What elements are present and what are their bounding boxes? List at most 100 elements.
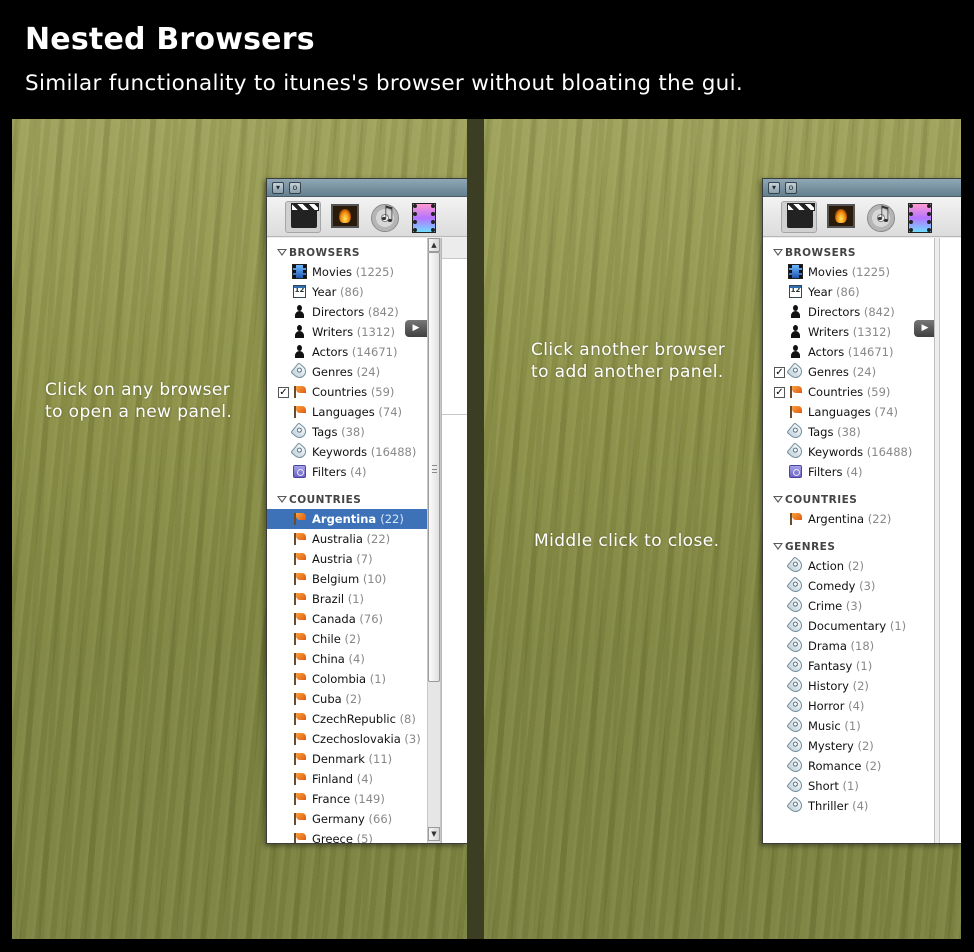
scroll-down-arrow[interactable]: ▼: [428, 827, 440, 841]
checkbox[interactable]: ✓: [774, 387, 785, 398]
collapse-button[interactable]: ▾: [768, 182, 780, 194]
genre-item-crime[interactable]: Crime (3): [763, 596, 934, 616]
tag-icon: [786, 736, 805, 755]
country-item-czechoslovakia[interactable]: Czechoslovakia (3): [267, 729, 427, 749]
country-item-greece[interactable]: Greece (5): [267, 829, 427, 843]
genre-item-documentary[interactable]: Documentary (1): [763, 616, 934, 636]
browser-item-tags[interactable]: Tags (38): [267, 422, 427, 442]
genre-item-short[interactable]: Short (1): [763, 776, 934, 796]
item-count: (66): [368, 812, 393, 826]
genre-item-drama[interactable]: Drama (18): [763, 636, 934, 656]
country-item-czechrepublic[interactable]: CzechRepublic (8): [267, 709, 427, 729]
item-label: France: [312, 792, 351, 806]
photos-tool[interactable]: [331, 204, 359, 230]
browser-list: BROWSERS Movies (1225) 12 Year (86) Directo…: [763, 238, 934, 843]
browser-item-movies[interactable]: Movies (1225): [763, 262, 934, 282]
photos-tool[interactable]: [827, 204, 855, 230]
browser-item-countries[interactable]: ✓ Countries (59): [267, 382, 427, 402]
browser-item-filters[interactable]: Filters (4): [267, 462, 427, 482]
calendar-icon: 12: [293, 285, 306, 298]
section-browsers[interactable]: BROWSERS: [267, 244, 427, 262]
browser-item-languages[interactable]: Languages (74): [763, 402, 934, 422]
browser-item-directors[interactable]: Directors (842): [763, 302, 934, 322]
music-tool[interactable]: [867, 201, 895, 232]
browser-item-keywords[interactable]: Keywords (16488): [763, 442, 934, 462]
country-item-germany[interactable]: Germany (66): [267, 809, 427, 829]
country-item-denmark[interactable]: Denmark (11): [267, 749, 427, 769]
item-label: Mystery: [808, 739, 854, 753]
browser-item-languages[interactable]: Languages (74): [267, 402, 427, 422]
item-label: Canada: [312, 612, 356, 626]
country-item-colombia[interactable]: Colombia (1): [267, 669, 427, 689]
section-countries[interactable]: COUNTRIES: [267, 491, 427, 509]
browser-item-directors[interactable]: Directors (842): [267, 302, 427, 322]
scrollbar[interactable]: ▲ ▼: [427, 238, 441, 843]
country-item-chile[interactable]: Chile (2): [267, 629, 427, 649]
browser-item-genres[interactable]: ✓ Genres (24): [763, 362, 934, 382]
item-label: Finland: [312, 772, 354, 786]
genre-item-history[interactable]: History (2): [763, 676, 934, 696]
browser-item-writers[interactable]: Writers (1312): [267, 322, 427, 342]
checkbox[interactable]: ✓: [278, 387, 289, 398]
genre-item-thriller[interactable]: Thriller (4): [763, 796, 934, 816]
country-item-argentina[interactable]: Argentina (22): [267, 509, 427, 529]
country-item-austria[interactable]: Austria (7): [267, 549, 427, 569]
genre-item-horror[interactable]: Horror (4): [763, 696, 934, 716]
country-item-brazil[interactable]: Brazil (1): [267, 589, 427, 609]
genre-item-action[interactable]: Action (2): [763, 556, 934, 576]
browser-item-keywords[interactable]: Keywords (16488): [267, 442, 427, 462]
browser-item-actors[interactable]: Actors (14671): [267, 342, 427, 362]
item-count: (842): [367, 305, 399, 319]
video-tool[interactable]: [409, 203, 437, 233]
country-item-cuba[interactable]: Cuba (2): [267, 689, 427, 709]
item-label: China: [312, 652, 345, 666]
section-genres[interactable]: GENRES: [763, 538, 934, 556]
item-count: (1): [844, 719, 861, 733]
disclosure-triangle-icon: [277, 496, 287, 503]
genre-item-comedy[interactable]: Comedy (3): [763, 576, 934, 596]
checkbox[interactable]: ✓: [774, 367, 785, 378]
movies-tool[interactable]: [781, 201, 817, 233]
genre-item-mystery[interactable]: Mystery (2): [763, 736, 934, 756]
browser-item-writers[interactable]: Writers (1312): [763, 322, 934, 342]
collapse-button[interactable]: ▾: [272, 182, 284, 194]
country-item-canada[interactable]: Canada (76): [267, 609, 427, 629]
country-item-finland[interactable]: Finland (4): [267, 769, 427, 789]
country-item-argentina[interactable]: Argentina (22): [763, 509, 934, 529]
browser-item-countries[interactable]: ✓ Countries (59): [763, 382, 934, 402]
options-button[interactable]: o: [289, 182, 301, 194]
browser-item-genres[interactable]: Genres (24): [267, 362, 427, 382]
country-item-australia[interactable]: Australia (22): [267, 529, 427, 549]
panel-titlebar[interactable]: ▾ o: [763, 179, 961, 197]
genre-item-fantasy[interactable]: Fantasy (1): [763, 656, 934, 676]
country-item-china[interactable]: China (4): [267, 649, 427, 669]
country-item-belgium[interactable]: Belgium (10): [267, 569, 427, 589]
section-browsers[interactable]: BROWSERS: [763, 244, 934, 262]
browser-item-year[interactable]: 12 Year (86): [763, 282, 934, 302]
scroll-thumb[interactable]: [428, 252, 440, 682]
item-count: (1): [369, 672, 386, 686]
video-tool[interactable]: [905, 203, 933, 233]
genre-item-music[interactable]: Music (1): [763, 716, 934, 736]
music-tool[interactable]: [371, 201, 399, 232]
section-countries[interactable]: COUNTRIES: [763, 491, 934, 509]
scroll-up-arrow[interactable]: ▲: [428, 238, 440, 252]
country-item-france[interactable]: France (149): [267, 789, 427, 809]
options-button[interactable]: o: [785, 182, 797, 194]
tag-icon: [290, 362, 309, 381]
genre-item-romance[interactable]: Romance (2): [763, 756, 934, 776]
browser-item-movies[interactable]: Movies (1225): [267, 262, 427, 282]
tag-icon: [786, 616, 805, 635]
panel-titlebar[interactable]: ▾ o: [267, 179, 467, 197]
expand-arrow-button[interactable]: ▶: [914, 320, 936, 337]
browser-item-year[interactable]: 12 Year (86): [267, 282, 427, 302]
item-count: (1225): [355, 265, 394, 279]
expand-arrow-button[interactable]: ▶: [405, 320, 427, 337]
item-label: Colombia: [312, 672, 367, 686]
browser-item-tags[interactable]: Tags (38): [763, 422, 934, 442]
movies-tool[interactable]: [285, 201, 321, 233]
browser-item-actors[interactable]: Actors (14671): [763, 342, 934, 362]
item-count: (59): [370, 385, 395, 399]
browser-item-filters[interactable]: Filters (4): [763, 462, 934, 482]
item-count: (2): [852, 679, 869, 693]
